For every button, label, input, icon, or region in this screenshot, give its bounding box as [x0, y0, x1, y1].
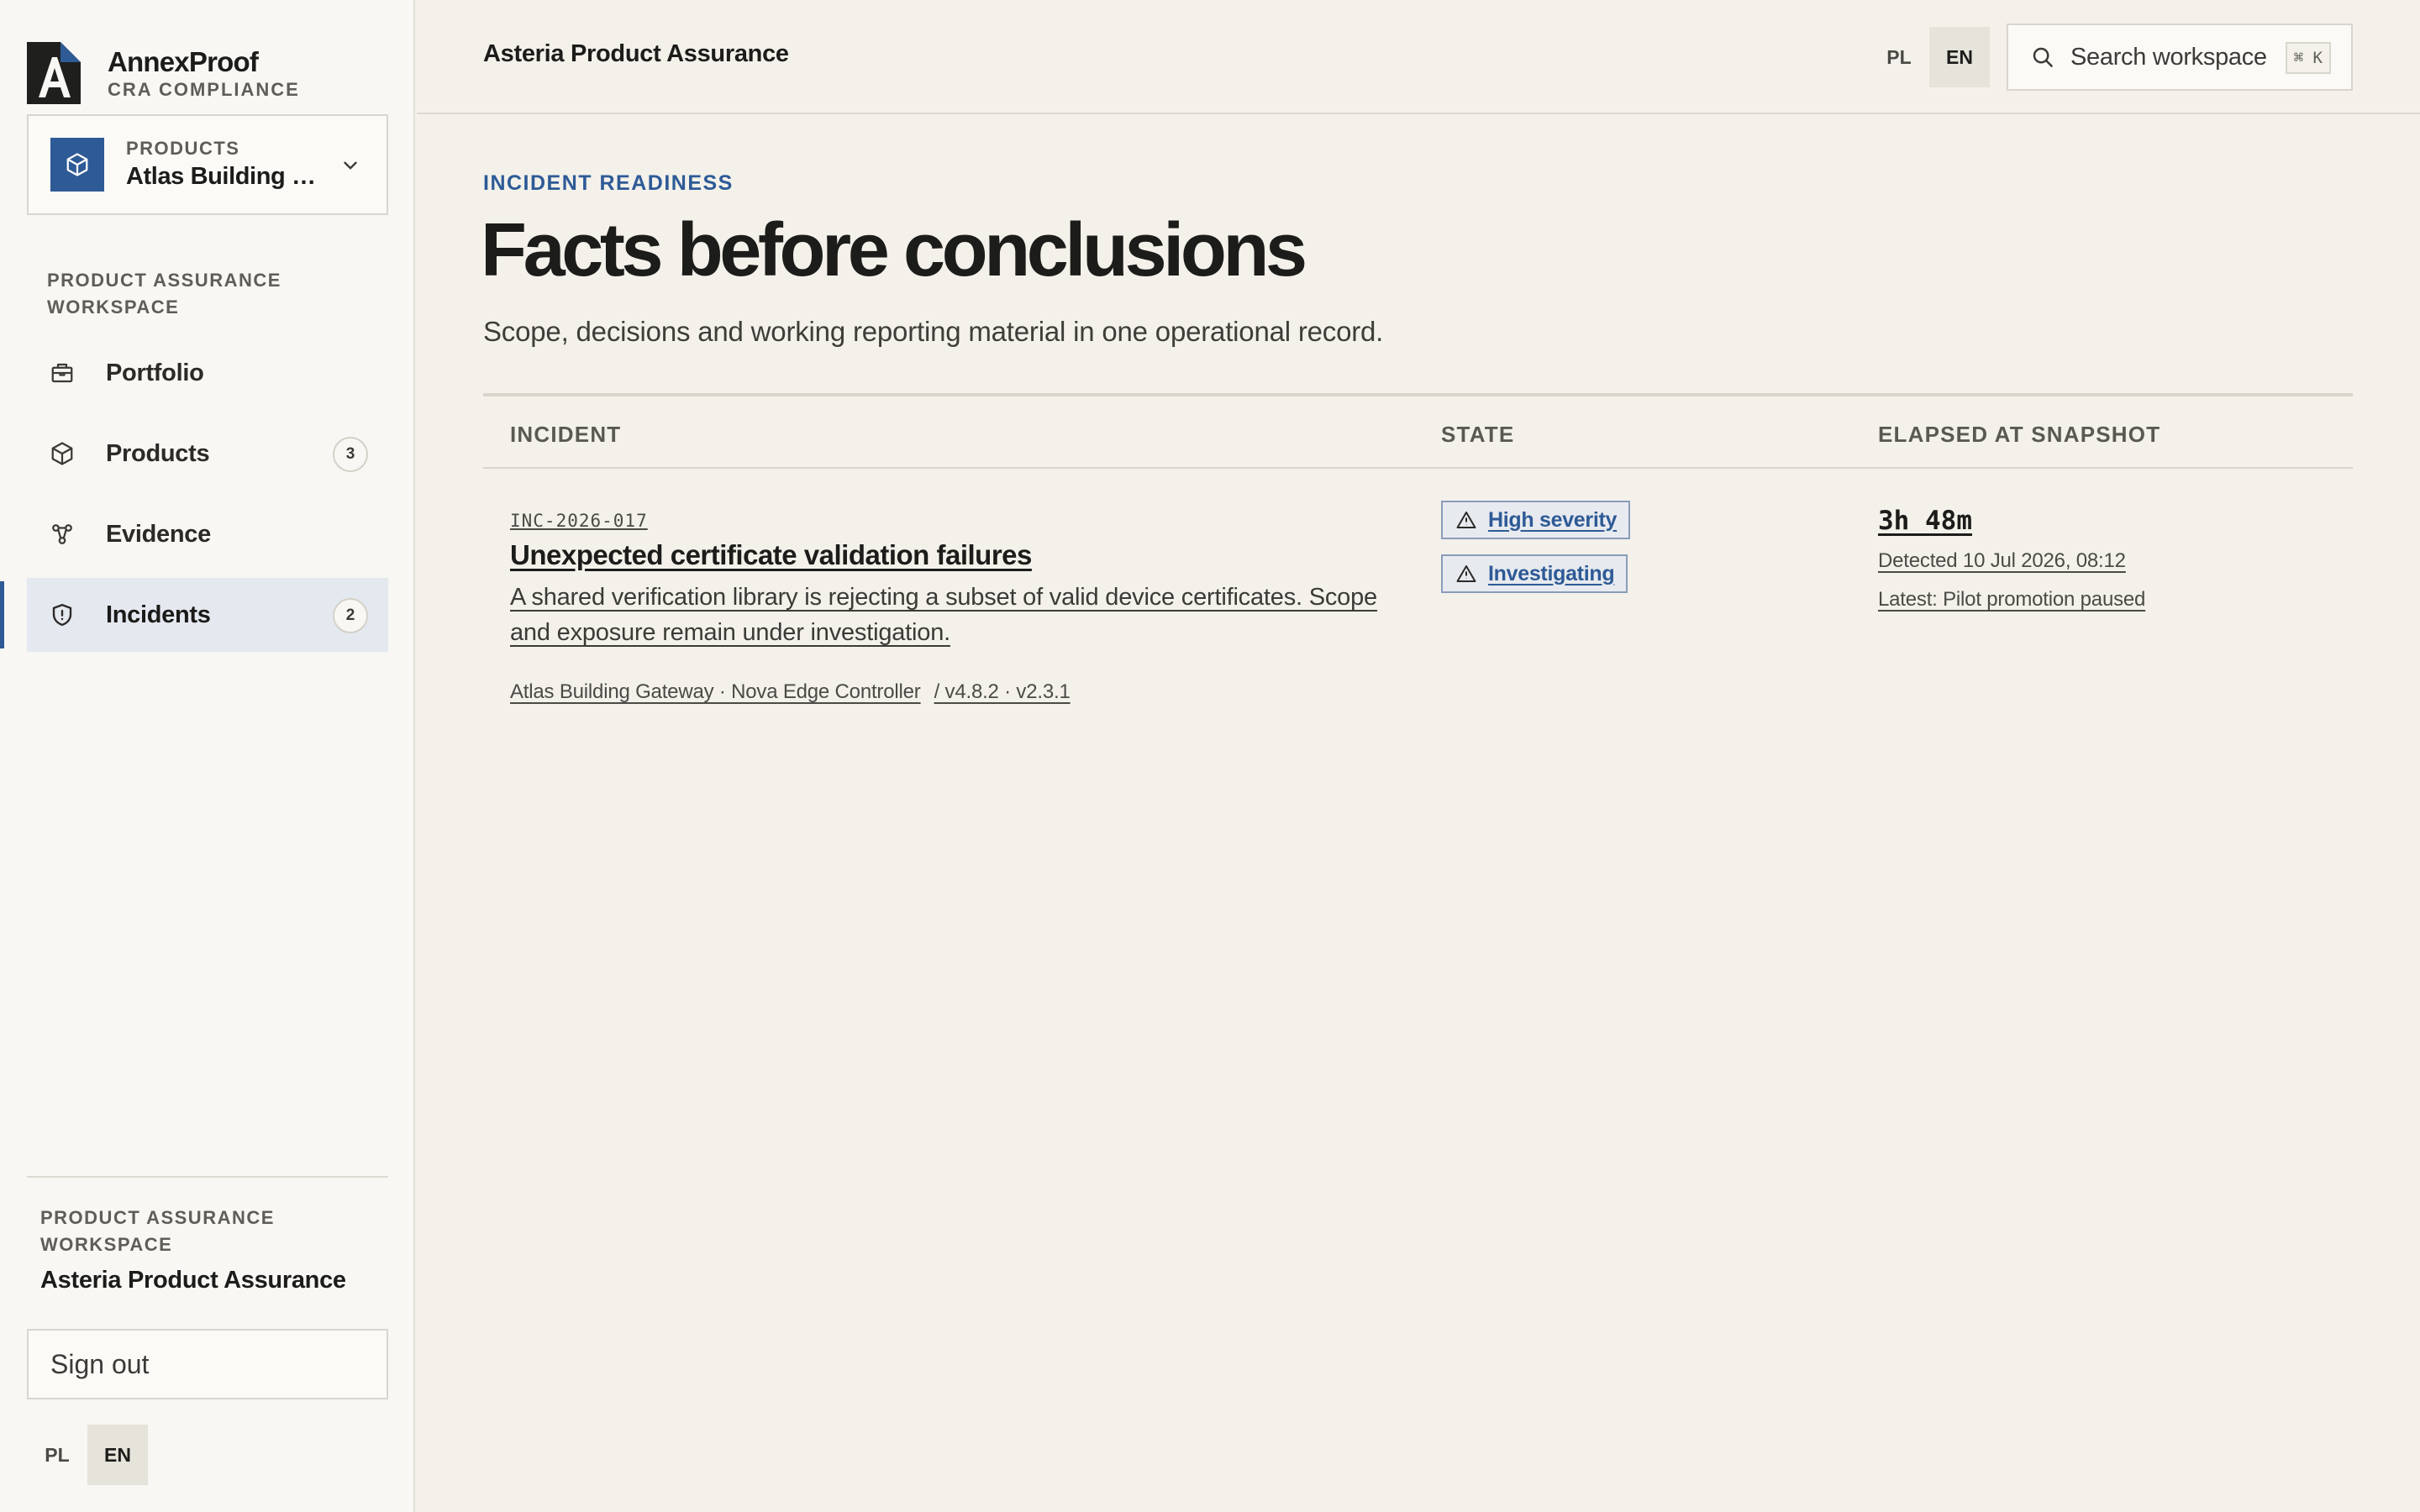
count-badge: 2 [333, 598, 368, 633]
topbar-language-switch: PL EN [1869, 27, 1990, 87]
graph-nodes-icon [47, 519, 77, 549]
page-subtitle: Scope, decisions and working reporting m… [483, 316, 1384, 347]
brand-subtitle: CRA COMPLIANCE [108, 79, 300, 100]
column-header-incident: INCIDENT [510, 422, 622, 447]
topbar: Asteria Product Assurance PL EN Search w… [417, 0, 2420, 114]
badge-label: Investigating [1488, 561, 1615, 585]
incident-description[interactable]: A shared verification library is rejecti… [510, 580, 1401, 650]
count-badge: 3 [333, 437, 368, 472]
elapsed-cell: 3h 48m Detected 10 Jul 2026, 08:12 Lates… [1878, 506, 2145, 612]
language-en-button[interactable]: EN [1929, 27, 1990, 87]
table-row[interactable]: INC-2026-017 Unexpected certificate vali… [483, 469, 2353, 746]
state-badges: High severity Investigating [1441, 501, 1631, 608]
sidebar-item-portfolio[interactable]: Portfolio [27, 336, 388, 410]
incidents-table: INCIDENT STATE ELAPSED AT SNAPSHOT INC-2… [483, 393, 2353, 746]
product-picker-value: Atlas Building Gateway [126, 163, 328, 190]
warning-triangle-icon [1456, 512, 1476, 528]
sidebar-nav: Portfolio Products 3 Evidence Incidents … [0, 336, 388, 659]
product-picker-label: PRODUCTS [126, 138, 240, 159]
sidebar-item-evidence[interactable]: Evidence [27, 497, 388, 571]
page-title: Facts before conclusions [481, 208, 1307, 292]
sidebar: AnnexProof CRA COMPLIANCE PRODUCTS Atlas… [0, 0, 415, 1512]
table-header: INCIDENT STATE ELAPSED AT SNAPSHOT [483, 393, 2353, 469]
search-icon [2033, 47, 2053, 67]
latest-update[interactable]: Latest: Pilot promotion paused [1878, 588, 2145, 612]
search-input[interactable]: Search workspace ⌘ K [2007, 24, 2353, 91]
active-indicator [0, 581, 4, 648]
workspace-name: Asteria Product Assurance [40, 1267, 346, 1294]
briefcase-icon [47, 358, 77, 388]
severity-badge[interactable]: High severity [1441, 501, 1631, 539]
sidebar-item-products[interactable]: Products 3 [27, 417, 388, 491]
language-pl-button[interactable]: PL [27, 1425, 87, 1485]
annexproof-logo-icon [27, 42, 81, 104]
sidebar-item-label: Incidents [106, 601, 211, 628]
warning-triangle-icon [1456, 565, 1476, 582]
elapsed-time[interactable]: 3h 48m [1878, 506, 2145, 536]
brand-name: AnnexProof [108, 46, 259, 77]
sidebar-item-incidents[interactable]: Incidents 2 [0, 578, 388, 652]
workspace-title: Asteria Product Assurance [483, 40, 789, 67]
detected-timestamp[interactable]: Detected 10 Jul 2026, 08:12 [1878, 549, 2145, 573]
sidebar-language-switch: PL EN [27, 1425, 148, 1485]
keyboard-shortcut-hint: ⌘ K [2285, 42, 2331, 74]
column-header-state: STATE [1441, 422, 1515, 447]
cube-icon [47, 438, 77, 469]
shield-alert-icon [47, 600, 77, 630]
status-badge[interactable]: Investigating [1441, 554, 1628, 593]
affected-products-link[interactable]: Atlas Building Gateway · Nova Edge Contr… [510, 680, 921, 704]
sign-out-button[interactable]: Sign out [27, 1329, 388, 1399]
incident-id[interactable]: INC-2026-017 [510, 511, 648, 531]
column-header-elapsed: ELAPSED AT SNAPSHOT [1878, 422, 2161, 447]
sidebar-item-label: Products [106, 439, 210, 467]
badge-label: High severity [1488, 507, 1618, 532]
sidebar-item-label: Portfolio [106, 359, 204, 386]
search-placeholder: Search workspace [2070, 43, 2267, 71]
sidebar-footer: PRODUCT ASSURANCE WORKSPACE Asteria Prod… [27, 1176, 388, 1399]
incident-scope: Atlas Building Gateway · Nova Edge Contr… [510, 680, 1071, 704]
incident-title-link[interactable]: Unexpected certificate validation failur… [510, 539, 1032, 571]
chevron-down-icon [344, 161, 357, 170]
sidebar-item-label: Evidence [106, 520, 211, 548]
cube-icon [66, 153, 88, 176]
language-en-button[interactable]: EN [87, 1425, 148, 1485]
product-picker[interactable]: PRODUCTS Atlas Building Gateway [27, 114, 388, 215]
footer-heading: PRODUCT ASSURANCE WORKSPACE [40, 1207, 275, 1255]
product-tile [50, 138, 104, 192]
page-eyebrow: INCIDENT READINESS [483, 171, 734, 195]
nav-heading: PRODUCT ASSURANCE WORKSPACE [47, 270, 281, 318]
brand[interactable]: AnnexProof CRA COMPLIANCE [27, 42, 300, 104]
affected-versions-link[interactable]: / v4.8.2 · v2.3.1 [934, 680, 1071, 704]
language-pl-button[interactable]: PL [1869, 27, 1929, 87]
